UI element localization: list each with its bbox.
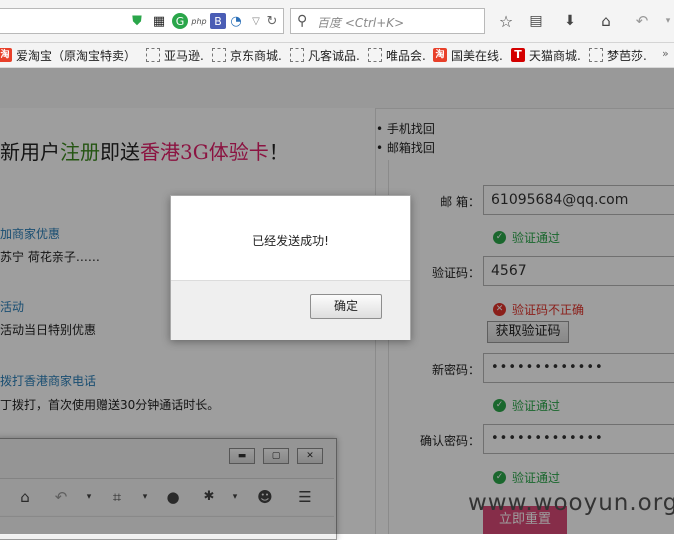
bookmark-gome[interactable]: 淘 国美在线.: [433, 47, 503, 63]
page-icon: [368, 48, 382, 62]
php-icon[interactable]: php: [190, 13, 208, 29]
alert-dialog: 已经发送成功! 确定: [170, 195, 411, 340]
search-icon: ⚲: [297, 13, 308, 29]
bookmark-moonbasa[interactable]: 梦芭莎.: [589, 47, 647, 63]
back-arrow-icon[interactable]: ↶: [634, 12, 650, 30]
download-icon[interactable]: ⬇: [562, 13, 578, 29]
taobao-icon: 淘: [0, 48, 12, 62]
b-icon[interactable]: B: [210, 13, 226, 29]
reload-icon[interactable]: ↻: [264, 13, 280, 29]
shield-icon[interactable]: ⛊: [129, 13, 145, 29]
bookmarks-bar: 淘 爱淘宝（原淘宝特卖） 亚马逊. 京东商城. 凡客诚品. 唯品会. 淘 国美在…: [0, 43, 674, 68]
bookmark-amazon[interactable]: 亚马逊.: [146, 47, 204, 63]
dialog-message: 已经发送成功!: [252, 234, 329, 248]
page-icon: [212, 48, 226, 62]
search-box[interactable]: ⚲ 百度 <Ctrl+K>: [290, 8, 485, 34]
more-bookmarks-icon[interactable]: »: [662, 47, 669, 60]
bookmark-vancl[interactable]: 凡客诚品.: [290, 47, 360, 63]
browser-toolbar: ⛊ ▦ G php B ◔ ▽ ↻ ⚲ 百度 <Ctrl+K> ☆ ▤ ⬇ ⌂ …: [0, 0, 674, 43]
page-icon: [589, 48, 603, 62]
bookmark-star-icon[interactable]: ☆: [498, 12, 514, 31]
ok-button[interactable]: 确定: [310, 294, 382, 319]
tmall-icon: T: [511, 48, 525, 62]
wave-icon[interactable]: ◔: [228, 13, 244, 29]
search-placeholder: 百度 <Ctrl+K>: [317, 16, 405, 30]
bookmark-vip[interactable]: 唯品会.: [368, 47, 426, 63]
reading-list-icon[interactable]: ▤: [528, 13, 544, 29]
dialog-footer: 确定: [171, 280, 410, 340]
dropdown-icon[interactable]: ▽: [248, 13, 264, 29]
bookmark-aitaobao[interactable]: 淘 爱淘宝（原淘宝特卖）: [0, 47, 136, 63]
watermark: www.wooyun.org: [468, 490, 674, 516]
bookmark-jd[interactable]: 京东商城.: [212, 47, 282, 63]
green-g-icon[interactable]: G: [172, 13, 188, 29]
bookmark-tmall[interactable]: T 天猫商城.: [511, 47, 581, 63]
qr-code-icon[interactable]: ▦: [151, 13, 167, 29]
page-icon: [146, 48, 160, 62]
home-icon[interactable]: ⌂: [598, 12, 614, 30]
gome-icon: 淘: [433, 48, 447, 62]
page-icon: [290, 48, 304, 62]
more-dropdown-icon[interactable]: ▾: [660, 13, 674, 29]
